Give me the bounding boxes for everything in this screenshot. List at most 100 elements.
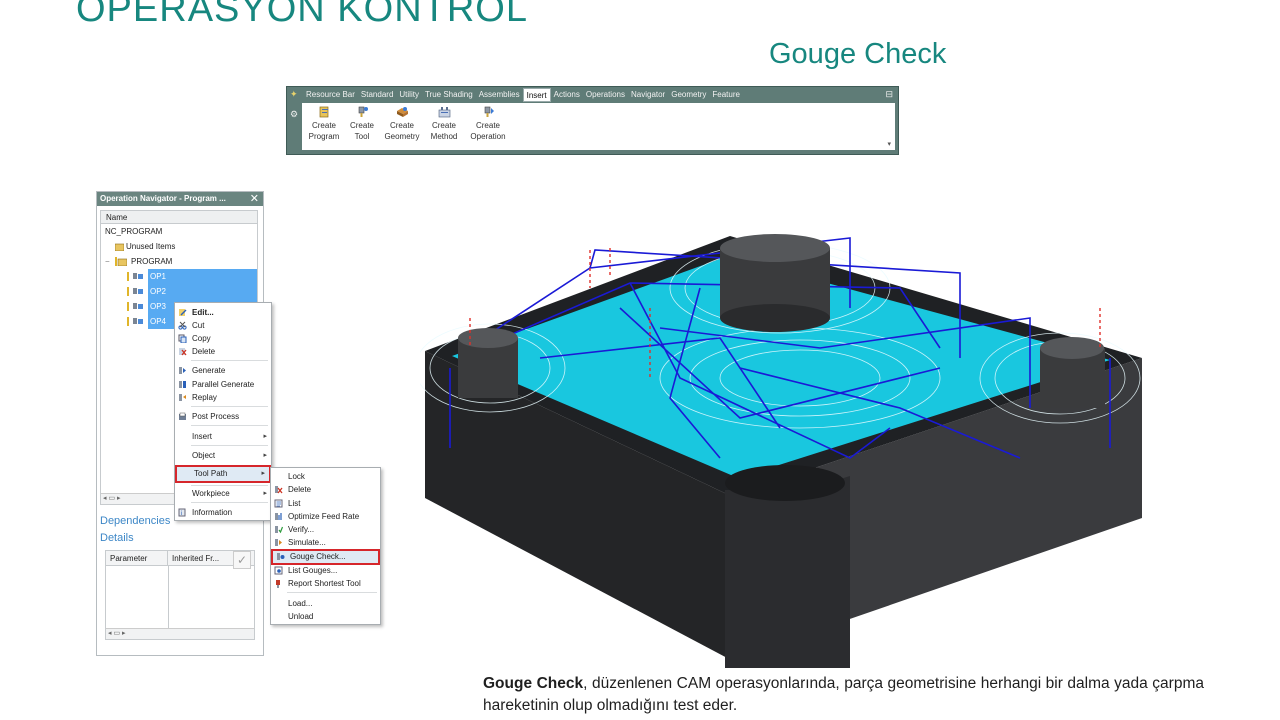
menu-item-label: Information: [192, 508, 233, 517]
tab-assemblies[interactable]: Assemblies: [476, 88, 523, 102]
front-notch: [725, 476, 850, 668]
navigator-title: Operation Navigator - Program ...: [100, 194, 226, 203]
tree-item-label: PROGRAM: [131, 257, 173, 266]
report-shortest-tool-icon: [276, 580, 280, 588]
tree-item-nc-program[interactable]: NC_PROGRAM: [101, 224, 257, 239]
submenu-item-list[interactable]: List: [271, 497, 380, 510]
menu-item-post-process[interactable]: Post Process: [175, 410, 271, 423]
ribbon-pin-icon[interactable]: ⊟: [885, 89, 893, 100]
menu-item-label: Insert: [192, 432, 213, 441]
create-program-button[interactable]: Create Program: [306, 103, 342, 150]
optimize-feed-rate-icon: [275, 513, 282, 520]
name-column-header[interactable]: Name: [101, 211, 257, 224]
program-folder-icon: [115, 257, 127, 266]
close-icon[interactable]: ✕: [250, 192, 259, 206]
menu-item-label: Delete: [192, 347, 216, 356]
ribbon-expand-icon[interactable]: ▾: [887, 140, 891, 148]
menu-item-cut[interactable]: Cut: [175, 319, 271, 332]
tree-item-label: OP1: [148, 269, 257, 284]
submenu-item-list-gouges[interactable]: List Gouges...: [271, 564, 380, 577]
ribbon-gear-icon[interactable]: ⚙: [290, 109, 298, 120]
tree-item-label: Unused Items: [126, 242, 176, 251]
tree-item-program[interactable]: − PROGRAM: [101, 254, 257, 269]
tree-item-op1[interactable]: OP1: [101, 269, 257, 284]
menu-separator: [191, 445, 268, 446]
tree-item-unused-items[interactable]: Unused Items: [101, 239, 257, 254]
submenu-item-delete[interactable]: Delete: [271, 483, 380, 496]
submenu-item-gouge-check[interactable]: Gouge Check...: [271, 549, 380, 565]
submenu-arrow-icon: ▸: [261, 470, 265, 477]
verify-icon: [275, 526, 283, 534]
submenu-item-simulate[interactable]: Simulate...: [271, 536, 380, 549]
create-tool-button[interactable]: Create Tool: [344, 103, 380, 150]
menu-item-tool-path[interactable]: Tool Path ▸: [175, 465, 271, 483]
dependencies-section[interactable]: Dependencies: [100, 515, 170, 527]
menu-item-label: Simulate...: [288, 538, 326, 547]
tab-resource-bar[interactable]: Resource Bar: [303, 88, 358, 102]
create-geometry-label-2: Geometry: [384, 132, 420, 141]
details-scrollbar[interactable]: ◂ ▭ ▸: [106, 628, 254, 639]
create-operation-label-2: Operation: [470, 132, 506, 141]
tab-insert[interactable]: Insert: [522, 88, 551, 102]
create-geometry-button[interactable]: Create Geometry: [382, 103, 422, 150]
information-icon: i: [178, 508, 186, 517]
menu-separator: [191, 406, 268, 407]
tab-feature[interactable]: Feature: [709, 88, 743, 102]
caption: Gouge Check, düzenlenen CAM operasyonlar…: [483, 673, 1204, 717]
menu-item-label: Object: [192, 451, 216, 460]
menu-item-label: Verify...: [288, 525, 315, 534]
submenu-arrow-icon: ▸: [263, 433, 267, 440]
menu-item-label: List: [288, 499, 301, 508]
part-3d-view[interactable]: [420, 228, 1150, 668]
menu-separator: [191, 425, 268, 426]
submenu-item-unload[interactable]: Unload: [271, 610, 380, 623]
menu-item-replay[interactable]: Replay: [175, 391, 271, 404]
tab-navigator[interactable]: Navigator: [628, 88, 668, 102]
create-program-label-2: Program: [308, 132, 340, 141]
menu-item-information[interactable]: i Information: [175, 506, 271, 519]
tab-standard[interactable]: Standard: [358, 88, 396, 102]
tab-true-shading[interactable]: True Shading: [422, 88, 476, 102]
tree-item-op2[interactable]: OP2: [101, 284, 257, 299]
menu-item-label: Workpiece: [192, 489, 230, 498]
submenu-item-report-shortest-tool[interactable]: Report Shortest Tool: [271, 577, 380, 590]
tab-utility[interactable]: Utility: [396, 88, 422, 102]
create-geometry-label-1: Create: [389, 121, 414, 130]
tab-operations[interactable]: Operations: [583, 88, 628, 102]
menu-item-copy[interactable]: Copy: [175, 332, 271, 345]
submenu-item-lock[interactable]: Lock: [271, 470, 380, 483]
parameter-column-header[interactable]: Parameter: [106, 551, 168, 565]
menu-item-parallel-generate[interactable]: Parallel Generate: [175, 378, 271, 391]
details-section[interactable]: Details⌃: [100, 532, 279, 544]
submenu-item-verify[interactable]: Verify...: [271, 523, 380, 536]
dependencies-label: Dependencies: [100, 515, 171, 527]
operation-icon: [127, 272, 143, 281]
context-menu: Edit... Cut Copy Delete Generate Paralle…: [174, 302, 272, 521]
gouge-check-icon: [277, 553, 285, 560]
submenu-item-optimize-feed-rate[interactable]: Optimize Feed Rate: [271, 510, 380, 523]
menu-item-delete[interactable]: Delete: [175, 345, 271, 358]
create-method-button[interactable]: Create Method: [424, 103, 464, 150]
delete-icon: [179, 348, 187, 356]
caption-text: , düzenlenen CAM operasyonlarında, parça…: [483, 675, 1204, 714]
menu-item-workpiece[interactable]: Workpiece ▸: [175, 487, 271, 500]
menu-item-generate[interactable]: Generate: [175, 364, 271, 377]
inherited-column-header[interactable]: Inherited Fr...: [168, 551, 219, 565]
menu-item-label: Replay: [192, 393, 217, 402]
checkmark-icon[interactable]: ✓: [233, 551, 251, 569]
menu-item-label: Cut: [192, 321, 205, 330]
simulate-icon: [275, 539, 282, 546]
tab-geometry[interactable]: Geometry: [668, 88, 709, 102]
menu-item-edit[interactable]: Edit...: [175, 306, 271, 319]
create-operation-button[interactable]: Create Operation: [466, 103, 510, 150]
boss-left: [458, 328, 518, 398]
collapse-icon[interactable]: −: [105, 254, 110, 269]
details-label: Details: [100, 532, 134, 544]
operation-icon: [127, 317, 143, 326]
menu-item-object[interactable]: Object ▸: [175, 449, 271, 462]
tab-actions[interactable]: Actions: [551, 88, 583, 102]
ribbon-tab-bar: Resource Bar Standard Utility True Shadi…: [287, 87, 898, 103]
tree-item-label: NC_PROGRAM: [105, 227, 163, 236]
submenu-item-load[interactable]: Load...: [271, 597, 380, 610]
menu-item-insert[interactable]: Insert ▸: [175, 430, 271, 443]
